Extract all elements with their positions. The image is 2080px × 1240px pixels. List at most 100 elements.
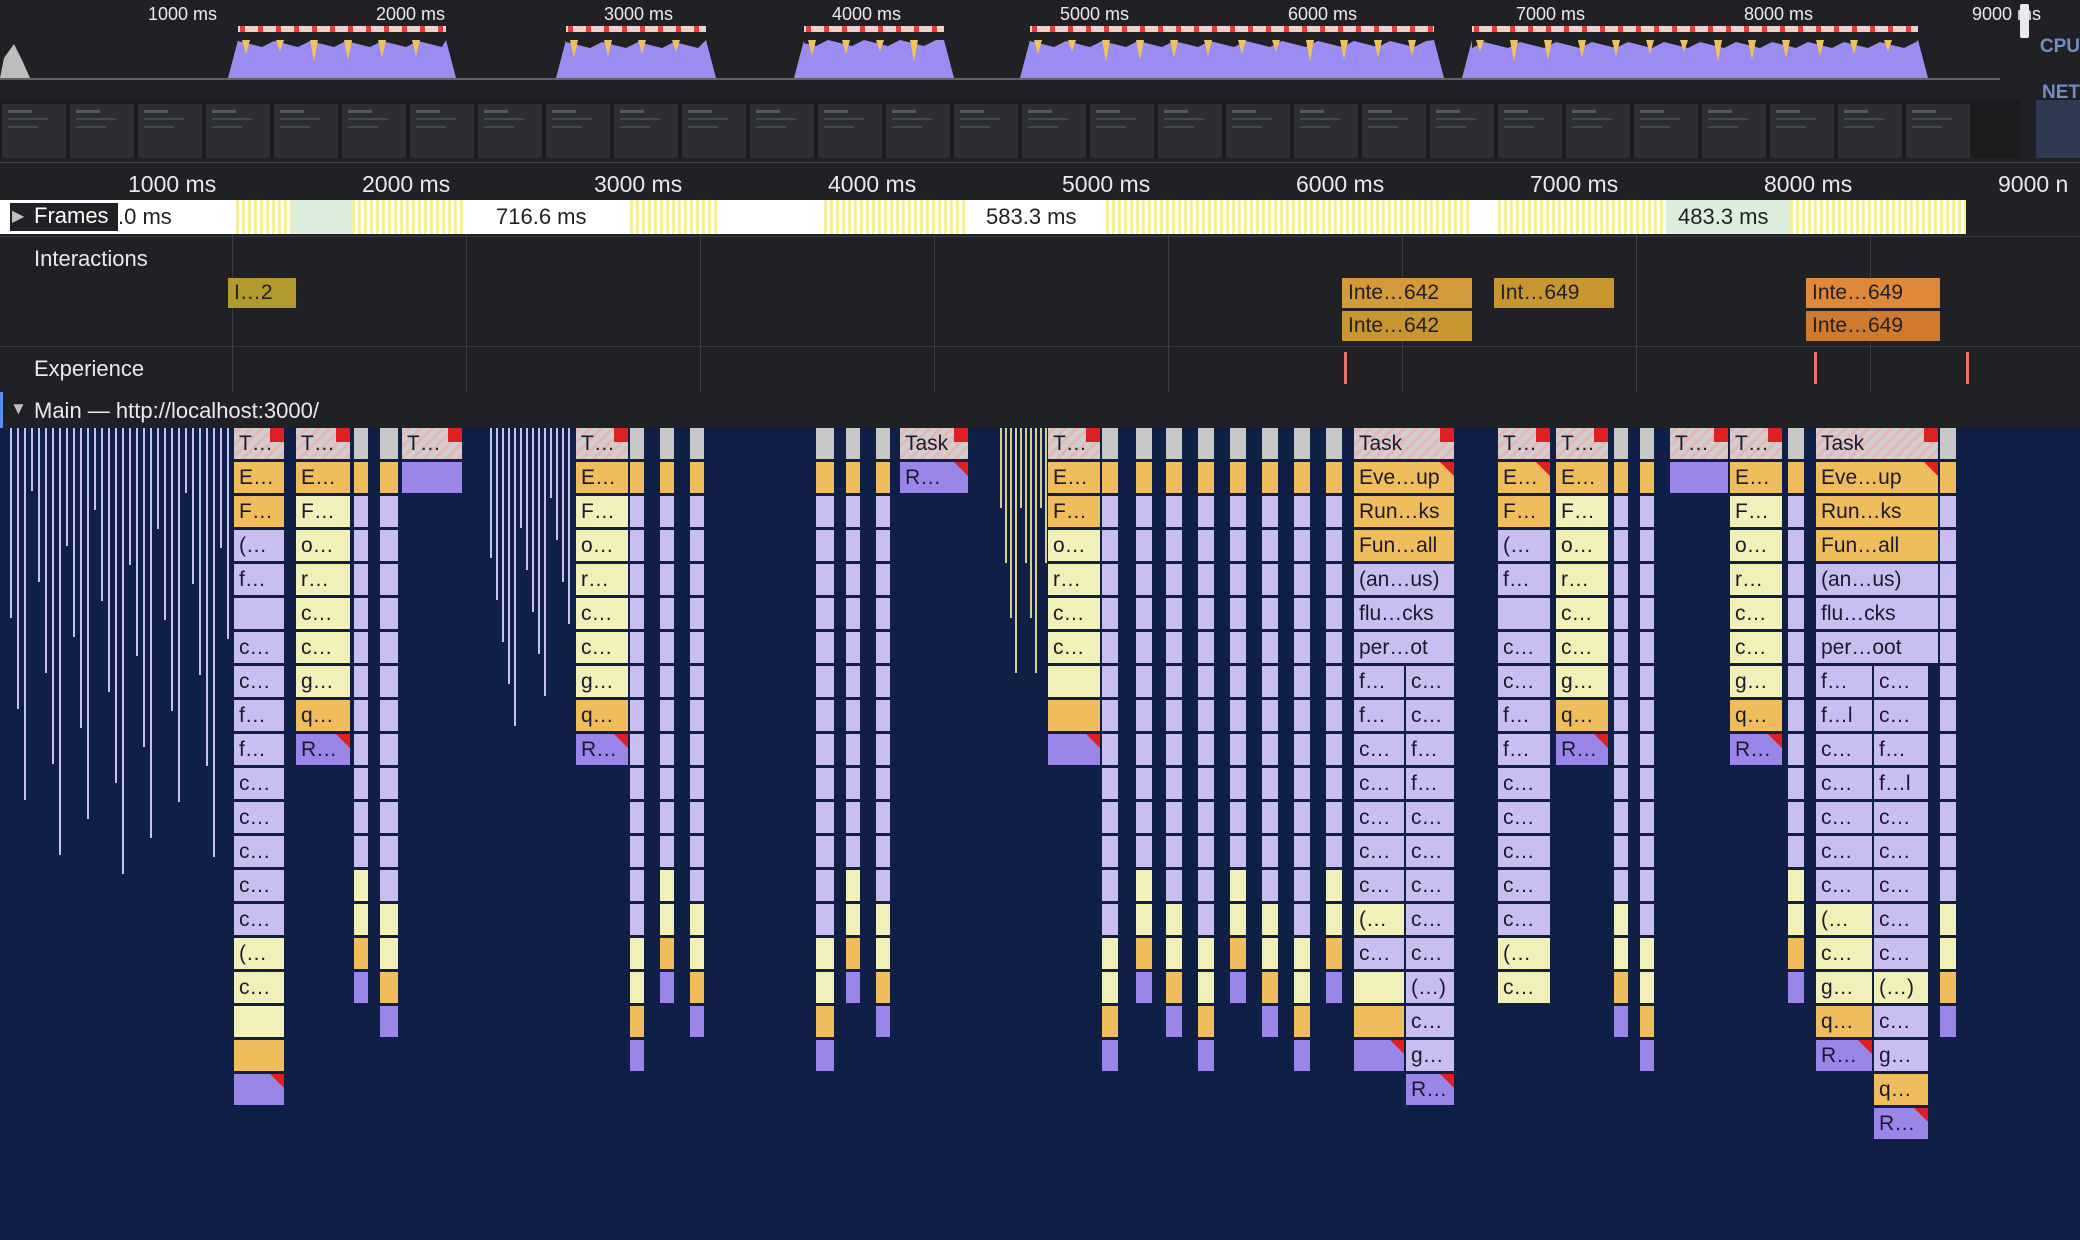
flame-block[interactable] <box>1230 768 1246 799</box>
flame-block[interactable] <box>1640 1040 1654 1071</box>
flame-block[interactable] <box>1166 598 1182 629</box>
flame-block[interactable] <box>1640 768 1654 799</box>
flame-block[interactable] <box>1940 428 1956 459</box>
flame-block[interactable] <box>630 802 644 833</box>
flame-block[interactable] <box>876 734 890 765</box>
flame-block[interactable] <box>816 768 834 799</box>
flame-block[interactable] <box>1262 734 1278 765</box>
flame-block[interactable] <box>816 632 834 663</box>
frame-segment[interactable] <box>236 200 292 234</box>
flame-block[interactable] <box>380 768 398 799</box>
flame-block[interactable] <box>846 700 860 731</box>
frame-segment[interactable] <box>352 200 464 234</box>
flame-block[interactable] <box>1326 972 1342 1003</box>
flame-block[interactable] <box>690 700 704 731</box>
flame-block[interactable] <box>380 530 398 561</box>
flame-block[interactable] <box>380 972 398 1003</box>
flame-block[interactable] <box>1326 598 1342 629</box>
flame-block[interactable] <box>1230 836 1246 867</box>
flame-block[interactable] <box>380 632 398 663</box>
flame-block[interactable] <box>1136 904 1152 935</box>
flame-block[interactable] <box>1048 666 1100 697</box>
flame-block[interactable] <box>1614 904 1628 935</box>
flame-block[interactable] <box>1614 564 1628 595</box>
flame-block[interactable] <box>1294 802 1310 833</box>
layout-shift-marker[interactable] <box>1966 352 1969 384</box>
flame-block[interactable] <box>660 700 674 731</box>
flame-block[interactable] <box>1198 1006 1214 1037</box>
flame-block[interactable] <box>1940 802 1956 833</box>
flame-block[interactable] <box>1262 836 1278 867</box>
flame-block[interactable] <box>1640 904 1654 935</box>
flame-block[interactable] <box>1136 564 1152 595</box>
flame-block[interactable] <box>1326 836 1342 867</box>
flame-block[interactable] <box>1640 428 1654 459</box>
flame-block[interactable] <box>380 870 398 901</box>
flame-block[interactable] <box>660 632 674 663</box>
flame-block[interactable] <box>876 700 890 731</box>
flame-block[interactable] <box>354 836 368 867</box>
frame-segment[interactable] <box>292 200 352 234</box>
flame-block[interactable] <box>1102 462 1118 493</box>
flame-block[interactable] <box>354 734 368 765</box>
flame-block[interactable] <box>1940 734 1956 765</box>
flame-block[interactable] <box>1262 632 1278 663</box>
flame-block[interactable] <box>630 904 644 935</box>
flame-block[interactable] <box>1262 972 1278 1003</box>
flame-block[interactable] <box>1294 904 1310 935</box>
flame-block[interactable] <box>816 462 834 493</box>
flame-block[interactable] <box>876 598 890 629</box>
flame-block[interactable] <box>1294 632 1310 663</box>
flame-block[interactable] <box>1136 802 1152 833</box>
flame-block[interactable] <box>876 632 890 663</box>
flame-block[interactable] <box>1940 768 1956 799</box>
flame-block[interactable] <box>660 870 674 901</box>
flame-block[interactable] <box>1136 836 1152 867</box>
flame-block[interactable] <box>876 836 890 867</box>
flame-block[interactable] <box>660 802 674 833</box>
flame-block[interactable] <box>1230 870 1246 901</box>
flame-block[interactable] <box>846 598 860 629</box>
flame-block[interactable] <box>1614 666 1628 697</box>
flame-block[interactable] <box>380 666 398 697</box>
flame-block[interactable] <box>1230 530 1246 561</box>
flame-block[interactable] <box>354 700 368 731</box>
flame-block[interactable] <box>1294 1040 1310 1071</box>
flame-block[interactable] <box>660 836 674 867</box>
flame-block[interactable] <box>846 836 860 867</box>
flame-block[interactable] <box>630 666 644 697</box>
flame-block[interactable] <box>1198 700 1214 731</box>
flame-block[interactable] <box>1166 802 1182 833</box>
flame-block[interactable] <box>1326 564 1342 595</box>
flame-block[interactable] <box>1788 598 1804 629</box>
flame-block[interactable] <box>876 462 890 493</box>
flame-block[interactable] <box>816 598 834 629</box>
flame-block[interactable] <box>1230 802 1246 833</box>
flame-block[interactable] <box>354 564 368 595</box>
flame-block[interactable] <box>876 496 890 527</box>
flame-block[interactable] <box>876 802 890 833</box>
overview-selection-handle[interactable] <box>2020 4 2029 38</box>
flame-block[interactable] <box>690 768 704 799</box>
flame-block[interactable] <box>1102 768 1118 799</box>
flame-block[interactable] <box>1262 700 1278 731</box>
flame-block[interactable] <box>1940 666 1956 697</box>
main-thread-header[interactable]: ▼ Main — http://localhost:3000/ <box>0 392 2080 428</box>
flame-block[interactable] <box>1326 462 1342 493</box>
flame-block[interactable] <box>1640 462 1654 493</box>
flame-block[interactable] <box>690 496 704 527</box>
flame-block[interactable] <box>1262 870 1278 901</box>
flame-block[interactable] <box>1640 870 1654 901</box>
flame-block[interactable] <box>1788 802 1804 833</box>
flame-block[interactable] <box>816 496 834 527</box>
flame-block[interactable] <box>1788 734 1804 765</box>
flame-block[interactable] <box>1788 904 1804 935</box>
flame-block[interactable] <box>1166 428 1182 459</box>
frame-segment[interactable] <box>824 200 968 234</box>
flame-block[interactable] <box>354 870 368 901</box>
flame-block[interactable] <box>1136 428 1152 459</box>
flame-block[interactable] <box>1166 870 1182 901</box>
flame-block[interactable] <box>1102 530 1118 561</box>
flame-block[interactable] <box>690 972 704 1003</box>
flame-block[interactable] <box>1198 734 1214 765</box>
